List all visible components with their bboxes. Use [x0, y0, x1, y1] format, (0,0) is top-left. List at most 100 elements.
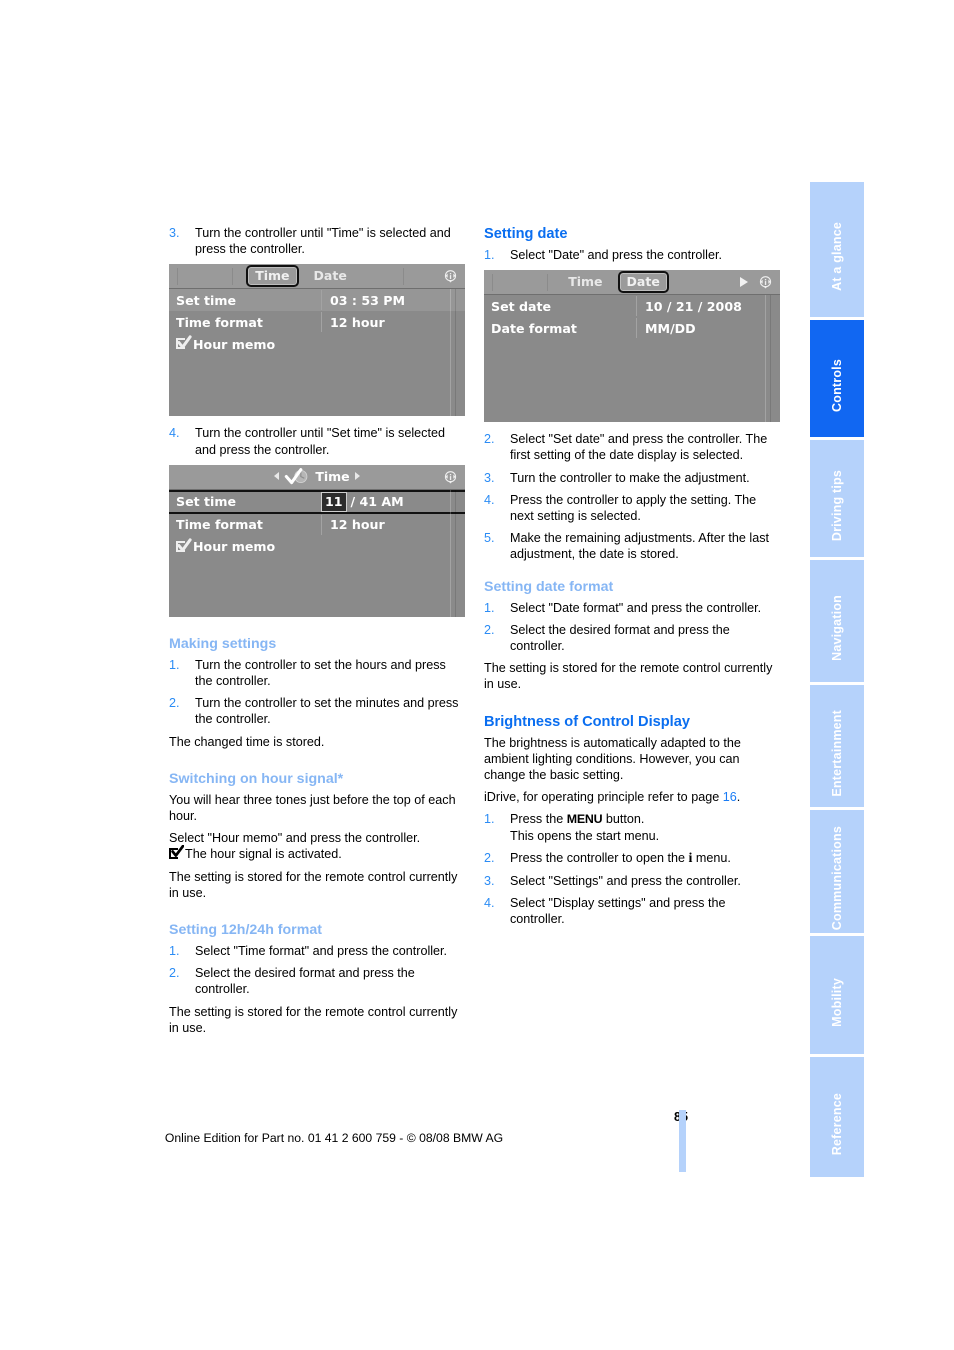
step-text: Select "Date" and press the controller.	[510, 248, 722, 262]
sidebar-item-communications[interactable]: Communications	[810, 810, 864, 933]
sidebar-item-driving-tips[interactable]: Driving tips	[810, 440, 864, 557]
idrive-row-time-format[interactable]: Time format 12 hour	[169, 514, 465, 536]
list-item: 2. Select "Set date" and press the contr…	[484, 431, 780, 463]
sidebar-item-label: Reference	[829, 1092, 844, 1156]
screen-edge-line	[450, 489, 451, 617]
heading-setting-date-format: Setting date format	[484, 578, 614, 595]
list-item: 3. Turn the controller to make the adjus…	[484, 470, 780, 486]
hour-signal-para-3-group: The hour signal is activated.	[169, 845, 465, 862]
step-number: 2.	[484, 850, 495, 865]
arrow-right-icon[interactable]	[740, 277, 748, 288]
idrive-row-hour-memo[interactable]: Hour memo	[169, 536, 465, 558]
idrive-tab-date[interactable]: Date	[617, 271, 669, 294]
section-tab-strip: At a glance Controls Driving tips Naviga…	[810, 182, 864, 1177]
left-text-column: 3. Turn the controller until "Time" is s…	[169, 225, 465, 1042]
step-number: 3.	[484, 874, 495, 889]
step-number: 3.	[169, 226, 180, 240]
idrive-reference-line: iDrive, for operating principle refer to…	[484, 789, 780, 805]
step-text: Select "Date format" and press the contr…	[510, 600, 762, 615]
step-text: Select "Set date" and press the controll…	[510, 432, 768, 463]
row-value: 12 hour	[321, 514, 465, 535]
sidebar-item-entertainment[interactable]: Entertainment	[810, 685, 864, 807]
idrive-row-date-format[interactable]: Date format MM/DD	[484, 317, 780, 339]
sidebar-item-controls[interactable]: Controls	[810, 320, 864, 437]
row-label: Set time	[176, 292, 237, 308]
step-text: Turn the controller until "Set time" is …	[195, 426, 445, 457]
row-label: Time format	[176, 314, 263, 330]
step-list-12h-24h: 1. Select "Time format" and press the co…	[169, 943, 465, 998]
screen-edge-line	[765, 295, 766, 423]
sidebar-item-at-a-glance[interactable]: At a glance	[810, 182, 864, 317]
screen-edge-line	[455, 489, 456, 617]
heading-brightness: Brightness of Control Display	[484, 713, 690, 730]
step-number: 2.	[484, 622, 495, 637]
idrive-reference-suffix: .	[736, 790, 741, 805]
heading-hour-signal: Switching on hour signal*	[169, 770, 344, 787]
list-item: 1. Select "Date" and press the controlle…	[484, 247, 780, 263]
step-text: Select the desired format and press the …	[510, 622, 730, 654]
note-time-stored: The changed time is stored.	[169, 734, 325, 749]
idrive-screenshot-time-menu: Time Date Set time 03 : 53 PM Time forma…	[169, 264, 465, 417]
idrive-header: Time Date	[484, 270, 780, 296]
idrive-row-time-format[interactable]: Time format 12 hour	[169, 311, 465, 333]
sidebar-item-label: Controls	[829, 359, 844, 412]
page-number: 85	[0, 1110, 688, 1124]
idrive-row-list: Set time 03 : 53 PM Time format 12 hour	[169, 289, 465, 355]
list-item: 1. Select "Date format" and press the co…	[484, 600, 780, 616]
chevron-left-icon[interactable]	[274, 472, 280, 481]
idrive-row-list: Set time 11 / 41 AM Time format 12 hour	[169, 489, 465, 558]
list-item: 2. Turn the controller to set the minute…	[169, 695, 465, 727]
list-item: 4. Press the controller to apply the set…	[484, 492, 780, 524]
idrive-row-set-time[interactable]: Set time 03 : 53 PM	[169, 289, 465, 312]
row-label-group: Hour memo	[169, 335, 321, 352]
screen-edge-line	[450, 289, 451, 417]
idrive-screenshot-date-menu: Time Date Set date 10 / 21 / 2008 Date f…	[484, 270, 780, 423]
list-item: 4. Select "Display settings" and press t…	[484, 895, 780, 927]
sidebar-item-label: Mobility	[829, 977, 844, 1027]
step-number: 4.	[484, 492, 495, 507]
row-value: 10 / 21 / 2008	[636, 296, 780, 317]
brightness-para-1: The brightness is automatically adapted …	[484, 735, 741, 783]
list-item: 5. Make the remaining adjustments. After…	[484, 530, 780, 562]
note-date-format-stored: The setting is stored for the remote con…	[484, 661, 773, 692]
sidebar-item-navigation[interactable]: Navigation	[810, 560, 864, 682]
step-text: Make the remaining adjustments. After th…	[510, 531, 770, 562]
idrive-tab-time[interactable]: Time	[246, 265, 299, 288]
idrive-row-set-time-selected[interactable]: Set time 11 / 41 AM	[169, 489, 465, 514]
checkbox-checked-icon	[176, 335, 192, 350]
sidebar-item-label: Entertainment	[829, 709, 844, 797]
step-number: 2.	[169, 966, 180, 981]
idrive-row-hour-memo[interactable]: Hour memo	[169, 333, 465, 355]
row-label: Time format	[176, 517, 263, 533]
row-label: Hour memo	[193, 539, 276, 555]
idrive-tab-time[interactable]: Time	[561, 273, 609, 291]
idrive-tab-date[interactable]: Date	[307, 267, 354, 285]
chevron-right-icon[interactable]	[354, 472, 360, 481]
idrive-header-title: Time	[315, 468, 350, 484]
list-item: 3. Select "Settings" and press the contr…	[484, 873, 780, 889]
sidebar-item-label: Driving tips	[829, 469, 844, 542]
sidebar-item-label: Communications	[829, 826, 844, 931]
row-value: MM/DD	[636, 318, 780, 339]
list-item: 4. Turn the controller until "Set time" …	[169, 425, 465, 457]
step-text: Turn the controller to set the minutes a…	[195, 696, 459, 727]
manual-page: At a glance Controls Driving tips Naviga…	[0, 0, 954, 1350]
step-text: Turn the controller until "Time" is sele…	[195, 226, 451, 257]
step-number: 1.	[484, 248, 495, 262]
idrive-header: Time Date	[169, 264, 465, 290]
step-text: Select "Settings" and press the controll…	[510, 874, 741, 889]
step-list-set-time-select: 4. Turn the controller until "Set time" …	[169, 425, 465, 457]
sidebar-item-mobility[interactable]: Mobility	[810, 936, 864, 1054]
footer-accent-bar	[679, 1110, 686, 1172]
page-reference-link[interactable]: 16	[723, 790, 737, 804]
sidebar-item-reference[interactable]: Reference	[810, 1057, 864, 1177]
hour-signal-para-1: You will hear three tones just before th…	[169, 792, 456, 824]
footer-edition-text: Online Edition for Part no. 01 41 2 600 …	[164, 1131, 504, 1145]
idrive-header: Time	[169, 464, 465, 490]
hour-field-selected[interactable]: 11	[321, 491, 347, 512]
step-list-date-format: 1. Select "Date format" and press the co…	[484, 600, 780, 655]
idrive-row-set-date[interactable]: Set date 10 / 21 / 2008	[484, 295, 780, 317]
idrive-reference-text: iDrive, for operating principle refer to…	[484, 790, 723, 805]
info-status-icon	[759, 276, 772, 289]
step-text-post: menu.	[692, 850, 731, 865]
